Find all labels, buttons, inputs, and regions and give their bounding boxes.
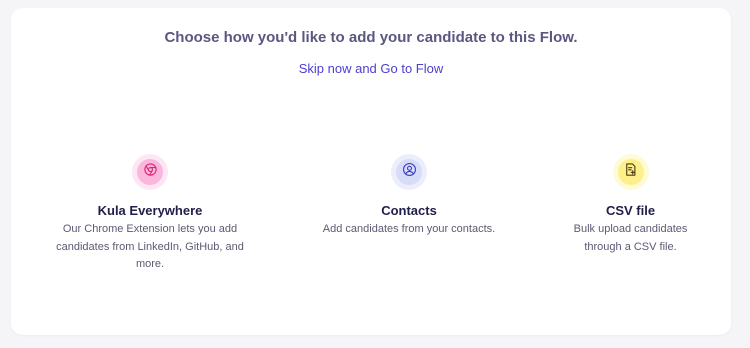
option-description: Our Chrome Extension lets you add candid… bbox=[56, 223, 244, 270]
option-title: CSV file bbox=[605, 203, 656, 218]
icon-inner bbox=[137, 159, 163, 185]
add-candidate-card: Choose how you'd like to add your candid… bbox=[11, 8, 731, 335]
user-circle-icon bbox=[402, 162, 417, 182]
icon-inner bbox=[617, 159, 644, 185]
icon-ring bbox=[132, 154, 168, 190]
option-title: Kula Everywhere bbox=[97, 203, 203, 218]
csv-file-icon bbox=[623, 162, 638, 182]
option-title: Contacts bbox=[381, 203, 437, 218]
icon-ring bbox=[391, 154, 427, 190]
option-description: Add candidates from your contacts. bbox=[322, 223, 496, 235]
page-title: Choose how you'd like to add your candid… bbox=[164, 29, 578, 46]
option-contacts[interactable]: Contacts Add candidates from your contac… bbox=[310, 154, 508, 239]
chrome-icon bbox=[143, 162, 158, 182]
icon-ring bbox=[612, 154, 649, 190]
option-csv-file[interactable]: CSV file Bulk upload candidates through … bbox=[559, 154, 702, 256]
icon-inner bbox=[396, 159, 422, 185]
option-description: Bulk upload candidates through a CSV fil… bbox=[573, 223, 688, 253]
skip-to-flow-link[interactable]: Skip now and Go to Flow bbox=[11, 61, 731, 76]
option-kula-everywhere[interactable]: Kula Everywhere Our Chrome Extension let… bbox=[46, 154, 254, 274]
